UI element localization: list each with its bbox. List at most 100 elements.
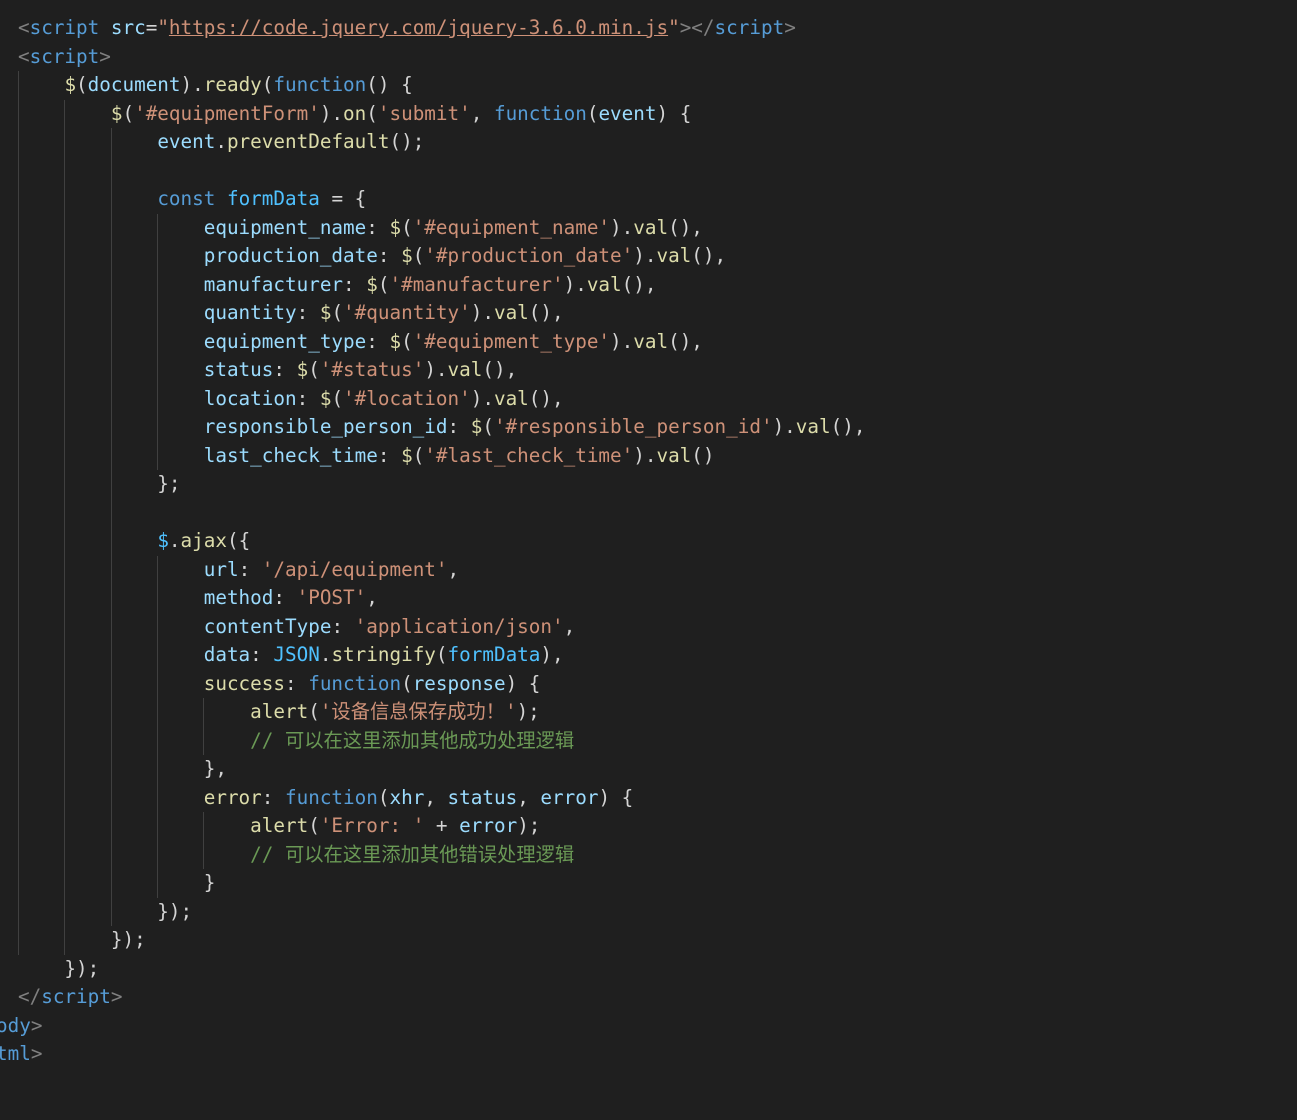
code-token: location bbox=[203, 386, 297, 410]
code-token: ( bbox=[331, 386, 344, 410]
code-token: script bbox=[41, 985, 111, 1008]
code-line: url: '/api/equipment', bbox=[18, 556, 459, 585]
code-token: ); bbox=[516, 700, 540, 723]
code-token: status bbox=[203, 358, 274, 381]
code-editor[interactable]: <script src="https://code.jquery.com/jqu… bbox=[0, 0, 1297, 1120]
code-token: : bbox=[447, 415, 471, 438]
code-line: }); bbox=[18, 898, 192, 927]
code-token: (), bbox=[621, 272, 657, 296]
code-token: function bbox=[308, 671, 402, 695]
code-line: status: $('#status').val(), bbox=[18, 356, 517, 385]
code-token: (), bbox=[691, 244, 727, 267]
code-token: val bbox=[656, 244, 692, 267]
code-token: ( bbox=[377, 272, 390, 296]
code-token: : bbox=[366, 329, 390, 353]
code-token: }; bbox=[18, 472, 181, 495]
code-token: document bbox=[87, 73, 181, 96]
code-token: (), bbox=[528, 301, 564, 324]
code-token: script bbox=[29, 44, 100, 68]
code-token: ). bbox=[772, 415, 796, 438]
code-token: script bbox=[29, 16, 100, 39]
code-token: '#last_check_time' bbox=[424, 443, 634, 467]
code-token: ( bbox=[122, 101, 135, 125]
code-token: ( bbox=[76, 73, 88, 96]
code-token: 'submit' bbox=[377, 101, 471, 125]
code-token: val bbox=[586, 272, 622, 296]
code-token: ). bbox=[470, 386, 494, 410]
code-token: ( bbox=[401, 215, 413, 239]
code-token: ( bbox=[401, 329, 413, 353]
code-line: $('#equipmentForm').on('submit', functio… bbox=[18, 100, 691, 129]
code-token: + bbox=[424, 814, 460, 837]
code-line: tml> bbox=[0, 1040, 42, 1069]
code-token: val bbox=[493, 386, 529, 410]
code-token: ( bbox=[412, 443, 425, 467]
code-token: ) { bbox=[598, 785, 634, 809]
code-line: }, bbox=[18, 755, 227, 784]
code-line: location: $('#location').val(), bbox=[18, 385, 564, 414]
code-token: '#location' bbox=[343, 386, 471, 410]
code-token: " bbox=[157, 16, 169, 39]
code-line: <script> bbox=[18, 43, 111, 72]
code-token: $ bbox=[389, 215, 402, 239]
code-token: ) { bbox=[505, 671, 541, 695]
code-token: ajax bbox=[180, 529, 227, 552]
code-token: }, bbox=[18, 757, 227, 780]
code-line: $(document).ready(function() { bbox=[18, 71, 412, 100]
code-token: ( bbox=[377, 785, 390, 809]
code-token: data bbox=[203, 643, 251, 666]
code-token: ( bbox=[308, 814, 320, 837]
code-token: const bbox=[157, 187, 216, 210]
code-token: }); bbox=[18, 956, 100, 980]
code-token: preventDefault bbox=[226, 130, 390, 153]
code-token: , bbox=[447, 557, 460, 581]
code-line: <script src="https://code.jquery.com/jqu… bbox=[18, 14, 796, 43]
code-token: = { bbox=[319, 187, 367, 210]
code-token: : bbox=[343, 272, 367, 296]
code-line: const formData = { bbox=[18, 185, 366, 214]
code-token: $ bbox=[401, 244, 413, 267]
code-token: '#equipment_name' bbox=[412, 215, 611, 239]
code-token: (), bbox=[668, 215, 703, 239]
code-token: 'application/json' bbox=[354, 614, 564, 638]
code-token: : bbox=[273, 586, 297, 609]
code-token: // 可以在这里添加其他成功处理逻辑 bbox=[250, 728, 575, 752]
code-token: ({ bbox=[226, 529, 251, 552]
code-token: . bbox=[319, 643, 332, 666]
code-token: val bbox=[447, 358, 483, 381]
code-token: ). bbox=[470, 301, 494, 324]
code-token: ). bbox=[424, 358, 448, 381]
code-line: alert('Error: ' + error); bbox=[18, 812, 540, 841]
code-token: alert bbox=[250, 700, 309, 723]
code-token: $ bbox=[110, 101, 123, 125]
code-token: '#equipmentForm' bbox=[134, 101, 320, 125]
code-token: ) { bbox=[656, 101, 692, 125]
code-token: '#status' bbox=[319, 358, 425, 381]
code-token: ( bbox=[412, 244, 425, 267]
code-token: . bbox=[215, 130, 227, 153]
code-line: data: JSON.stringify(formData), bbox=[18, 641, 564, 670]
code-token: ). bbox=[633, 443, 657, 467]
code-token: ( bbox=[401, 671, 413, 695]
code-token: (), bbox=[528, 386, 564, 410]
code-token: response bbox=[412, 671, 506, 695]
code-token: > bbox=[30, 1013, 43, 1037]
code-token: : bbox=[377, 244, 402, 267]
code-token: ( bbox=[261, 73, 274, 96]
code-token: : bbox=[296, 386, 320, 410]
code-token: $ bbox=[157, 529, 169, 552]
code-token: ( bbox=[586, 101, 599, 125]
code-token: method bbox=[203, 586, 274, 609]
code-token: 'Error: ' bbox=[319, 814, 425, 837]
code-token: formData bbox=[226, 187, 320, 210]
